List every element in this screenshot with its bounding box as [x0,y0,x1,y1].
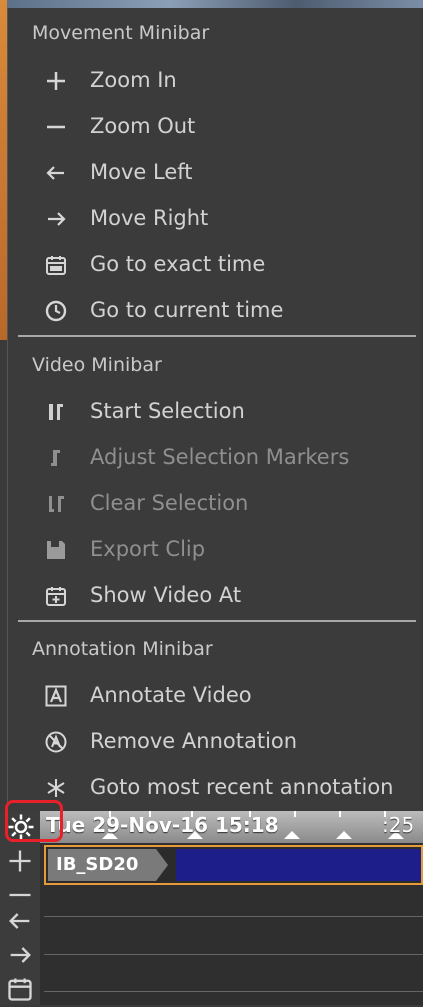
menu-item-start-selection[interactable]: Start Selection [8,392,423,432]
timeline-row-divider [44,991,423,992]
menu-item-show-video-at[interactable]: Show Video At [8,576,423,616]
menu-item-annotate-video[interactable]: Annotate Video [8,676,423,716]
calendar-icon [44,253,68,277]
section-title-movement: Movement Minibar [32,22,210,44]
menu-item-adjust-selection-markers[interactable]: Adjust Selection Markers [8,438,423,478]
menu-item-label: Zoom Out [90,114,196,138]
timeline-row-divider [44,954,423,955]
menu-item-go-to-current-time[interactable]: Go to current time [8,291,423,331]
menu-item-go-to-exact-time[interactable]: Go to exact time [8,245,423,285]
remove-annotation-icon [44,730,68,754]
start-selection-icon [44,400,68,424]
menu-item-clear-selection[interactable]: Clear Selection [8,484,423,524]
menu-item-label: Go to current time [90,298,284,322]
menu-item-move-right[interactable]: Move Right [8,199,423,239]
timeline-row-divider [44,916,423,917]
gear-icon[interactable] [6,812,36,842]
menu-separator [18,620,416,622]
move-right-button[interactable] [6,941,34,969]
menu-item-label: Zoom In [90,68,177,92]
menu-item-label: Annotate Video [90,683,252,707]
menu-item-label: Go to exact time [90,252,266,276]
section-title-video: Video Minibar [32,354,162,376]
menu-item-zoom-in[interactable]: Zoom In [8,61,423,101]
menu-item-label: Start Selection [90,399,245,423]
menu-item-label: Move Right [90,206,209,230]
save-icon [44,538,68,562]
calendar-plus-icon [44,584,68,608]
left-accent-bar [0,0,7,340]
minibar-context-menu: Movement Minibar Zoom In Zoom Out Move L… [7,8,423,811]
arrow-right-icon [44,207,68,231]
move-left-button[interactable] [6,907,34,935]
menu-item-export-clip[interactable]: Export Clip [8,530,423,570]
menu-item-move-left[interactable]: Move Left [8,153,423,193]
menu-item-label: Export Clip [90,537,206,561]
menu-separator [18,335,416,337]
track-label: IB_SD20 [48,849,168,881]
menu-item-zoom-out[interactable]: Zoom Out [8,107,423,147]
menu-item-label: Adjust Selection Markers [90,445,350,469]
asterisk-icon [44,776,68,800]
timeline-tick-label: :25 [382,813,415,837]
timeline-panel: Tue 29-Nov-16 15:18 :25 IB_SD20 [0,800,423,1005]
minus-icon [44,115,68,139]
arrow-left-icon [44,161,68,185]
menu-item-label: Remove Annotation [90,729,298,753]
section-title-annotation: Annotation Minibar [32,638,213,660]
clear-selection-icon [44,492,68,516]
menu-item-remove-annotation[interactable]: Remove Annotation [8,722,423,762]
menu-item-label: Goto most recent annotation [90,775,394,799]
timeline-minibar-gutter [0,811,40,1005]
zoom-out-button[interactable] [6,881,34,909]
camera-track[interactable]: IB_SD20 [44,845,423,885]
clock-icon [44,299,68,323]
zoom-in-button[interactable] [6,847,34,875]
adjust-marker-icon [44,446,68,470]
menu-item-label: Move Left [90,160,193,184]
menu-item-goto-most-recent-annotation[interactable]: Goto most recent annotation [8,768,423,808]
menu-item-label: Clear Selection [90,491,249,515]
calendar-button[interactable] [6,975,34,1003]
plus-icon [44,69,68,93]
timeline-date-label: Tue 29-Nov-16 15:18 [46,813,279,837]
recording-bar[interactable] [176,849,421,881]
annotate-icon [44,684,68,708]
menu-item-label: Show Video At [90,583,242,607]
